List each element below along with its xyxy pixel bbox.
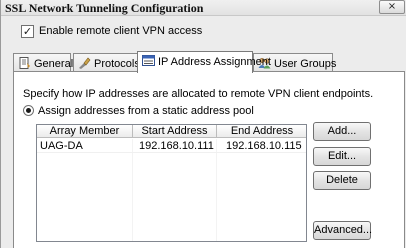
add-button[interactable]: Add... (313, 122, 371, 141)
cell-array-member: UAG-DA (40, 140, 83, 152)
ip-address-icon (142, 55, 155, 67)
tab-strip: General Protocols IP Address Assignment (13, 51, 405, 73)
column-divider (216, 139, 217, 241)
cell-start-address: 192.168.10.111 (139, 140, 214, 152)
column-divider (132, 139, 133, 241)
close-button[interactable]: × (379, 0, 405, 14)
tab-protocols-label: Protocols (94, 58, 140, 70)
title-bar: SSL Network Tunneling Configuration × (1, 0, 406, 16)
static-pool-radio[interactable] (23, 105, 34, 116)
tab-ip-address-assignment-label: IP Address Assignment (158, 56, 271, 68)
table-header: Array Member Start Address End Address (37, 125, 306, 139)
protocols-icon (78, 57, 91, 69)
cell-end-address: 192.168.10.115 (226, 140, 302, 152)
enable-vpn-checkbox[interactable]: ✓ (21, 25, 34, 38)
column-header-end-address[interactable]: End Address (217, 125, 306, 138)
tab-protocols[interactable]: Protocols (73, 53, 140, 72)
address-pool-table[interactable]: Array Member Start Address End Address U… (36, 124, 307, 242)
tab-ip-address-assignment[interactable]: IP Address Assignment (137, 51, 271, 73)
ssl-tunneling-dialog: SSL Network Tunneling Configuration × ✓ … (0, 0, 406, 248)
table-row[interactable]: UAG-DA 192.168.10.111 192.168.10.115 (37, 140, 306, 153)
delete-button[interactable]: Delete (313, 171, 371, 190)
tab-general[interactable]: General (13, 53, 74, 72)
tab-general-label: General (34, 58, 74, 70)
column-header-array-member[interactable]: Array Member (37, 125, 133, 138)
advanced-button[interactable]: Advanced... (313, 221, 372, 240)
enable-vpn-label[interactable]: Enable remote client VPN access (39, 25, 202, 38)
static-pool-radio-label[interactable]: Assign addresses from a static address p… (38, 104, 254, 118)
column-header-start-address[interactable]: Start Address (133, 125, 217, 138)
window-title: SSL Network Tunneling Configuration (5, 1, 204, 15)
edit-button[interactable]: Edit... (313, 147, 371, 166)
tab-user-groups-label: User Groups (274, 58, 337, 70)
general-page-icon (18, 57, 31, 69)
allocation-description: Specify how IP addresses are allocated t… (23, 88, 374, 100)
